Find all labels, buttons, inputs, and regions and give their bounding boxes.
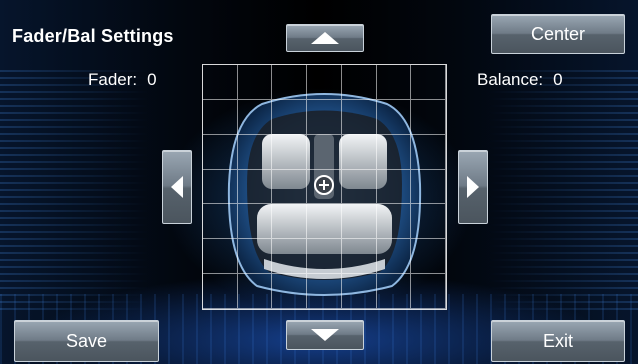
balance-left-button[interactable] [162,150,192,224]
fader-label: Fader: [88,70,138,89]
fader-readout: Fader: 0 [88,70,157,90]
up-arrow-icon [311,32,339,44]
left-wall-decoration [0,70,150,310]
balance-value: 0 [553,70,563,89]
crosshair-icon[interactable] [314,175,334,195]
right-arrow-icon [467,176,479,198]
balance-readout: Balance: 0 [477,70,563,90]
fader-balance-screen: Fader/Bal Settings Fader: 0 Balance: 0 Cen… [0,0,638,364]
fader-up-button[interactable] [286,24,364,52]
fader-value: 0 [147,70,157,89]
right-wall-decoration [488,70,638,310]
page-title: Fader/Bal Settings [12,26,174,46]
fader-down-button[interactable] [286,320,364,350]
save-button[interactable]: Save [14,320,159,362]
fader-balance-pad[interactable] [202,64,447,310]
exit-button[interactable]: Exit [491,320,625,362]
down-arrow-icon [311,329,339,341]
balance-label: Balance: [477,70,544,89]
center-button[interactable]: Center [491,14,625,54]
balance-right-button[interactable] [458,150,488,224]
left-arrow-icon [171,176,183,198]
